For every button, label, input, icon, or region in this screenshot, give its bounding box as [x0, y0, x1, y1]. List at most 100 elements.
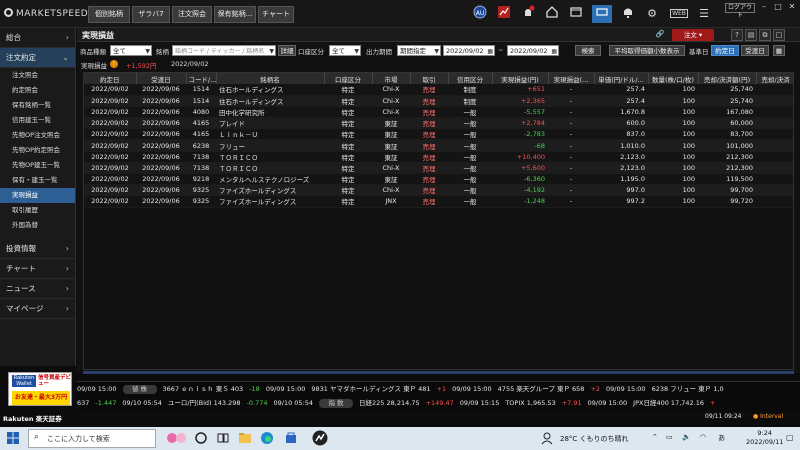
account-select[interactable]: 全て ▼: [329, 45, 361, 56]
rakuten-wallet-ad[interactable]: Rakuten Wallet 信号資産デビュー お友達・最大3万円: [8, 372, 72, 406]
table-row[interactable]: 2022/09/02 2022/09/06 9325 ファイズホールディングス 特定 JN…: [84, 195, 793, 208]
ticker-category-badge[interactable]: 指 数: [319, 399, 354, 408]
tab-holdings[interactable]: 保有銘柄...: [214, 6, 256, 23]
notification-icon[interactable]: [518, 5, 538, 23]
column-header[interactable]: 数量(株/口/枚): [648, 73, 699, 84]
info-badge-icon[interactable]: !: [110, 60, 118, 68]
tab-order-inquiry[interactable]: 注文照会: [172, 6, 212, 23]
web-icon[interactable]: WEB: [668, 5, 690, 23]
link-icon[interactable]: 🔗: [654, 29, 666, 41]
table-row[interactable]: 2022/09/02 2022/09/06 4165 プレイド 特定 東証 売埋 一般 +2,7…: [84, 117, 793, 130]
column-header[interactable]: 取引: [410, 73, 449, 84]
tray-chevron-icon[interactable]: ⌃: [652, 433, 658, 441]
nav-section-investment-info[interactable]: 投資情報 ›: [0, 239, 75, 259]
date-from-input[interactable]: 2022/09/02 ▦: [443, 45, 495, 56]
column-header[interactable]: 約定日: [84, 73, 137, 84]
column-header[interactable]: 単価(円/ドル/...: [594, 73, 649, 84]
popout-icon[interactable]: ⧉: [759, 29, 771, 41]
nav-section-mypage[interactable]: マイページ ›: [0, 299, 75, 319]
sidebar-item-trade-history[interactable]: 取引履歴: [0, 203, 75, 218]
panel-close-icon[interactable]: □: [773, 29, 785, 41]
tab-chart[interactable]: チャート: [258, 6, 294, 23]
edge-browser-icon[interactable]: [260, 431, 274, 445]
horizontal-scrollbar[interactable]: [83, 371, 794, 374]
sidebar-item-realized-pl[interactable]: 実現損益: [0, 188, 75, 203]
trade-date-button[interactable]: 約定日: [711, 45, 739, 56]
ticker-category-badge[interactable]: 値 株: [122, 385, 157, 394]
column-header[interactable]: 信用区分: [448, 73, 493, 84]
volume-icon[interactable]: 🔈: [682, 433, 691, 441]
sidebar-item-futures-execution[interactable]: 先物OP約定照会: [0, 143, 75, 158]
ime-icon[interactable]: あ: [718, 433, 725, 443]
bell-icon[interactable]: [618, 5, 638, 23]
logout-button[interactable]: ログアウト: [725, 3, 755, 19]
network-icon[interactable]: ▭: [666, 433, 673, 441]
column-header[interactable]: 実現損益(...: [548, 73, 595, 84]
table-row[interactable]: 2022/09/02 2022/09/06 7138 ＴＯＲＩＣＯ 特定 東証 売埋 一般 +1…: [84, 151, 793, 163]
marketspeed-app-icon[interactable]: [312, 430, 328, 446]
sidebar-item-futures-order[interactable]: 先物OP注文照会: [0, 128, 75, 143]
menu-icon[interactable]: ☰: [694, 5, 714, 23]
date-to-input[interactable]: 2022/09/02 ▦: [507, 45, 559, 56]
table-row[interactable]: 2022/09/02 2022/09/06 6238 フリュー 特定 東証 売埋 一般 -68-…: [84, 139, 793, 152]
help-icon[interactable]: ?: [731, 29, 743, 41]
period-select[interactable]: 期間指定 ▼: [397, 45, 441, 56]
maximize-icon[interactable]: □: [772, 2, 784, 12]
windows-start-icon[interactable]: [7, 432, 19, 444]
column-header[interactable]: 口座区分: [324, 73, 373, 84]
taskbar-clock[interactable]: 9:24 2022/09/11: [746, 429, 783, 447]
print-icon[interactable]: ▤: [745, 29, 757, 41]
column-header[interactable]: 銘柄名: [216, 73, 325, 84]
wifi-icon[interactable]: ◠: [700, 433, 706, 441]
nav-section-news[interactable]: ニュース ›: [0, 279, 75, 299]
cortana-icon[interactable]: [194, 431, 208, 445]
gear-icon[interactable]: ⚙: [642, 5, 662, 23]
people-icon[interactable]: [540, 431, 554, 445]
table-row[interactable]: 2022/09/02 2022/09/06 4165 Ｌｉｎｋ－Ｕ 特定 東証 売埋 一般 -2…: [84, 128, 793, 141]
flower-widget-icon[interactable]: [166, 431, 190, 445]
nav-section-chart[interactable]: チャート ›: [0, 259, 75, 279]
table-row[interactable]: 2022/09/02 2022/09/06 4080 田中化学研究所 特定 Chi-X 売埋…: [84, 106, 793, 119]
weather-widget[interactable]: 28°C くもりのち晴れ: [560, 434, 629, 444]
table-row[interactable]: 2022/09/02 2022/09/06 1514 住石ホールディングス 特定 Chi-…: [84, 84, 793, 96]
home-icon[interactable]: [542, 5, 562, 23]
column-header[interactable]: 受渡日: [136, 73, 187, 84]
search-button[interactable]: 検索: [575, 45, 601, 56]
minimize-icon[interactable]: –: [758, 2, 770, 12]
table-row[interactable]: 2022/09/02 2022/09/06 7138 ＴＯＲＩＣＯ 特定 Chi-X 売埋一…: [84, 162, 793, 175]
detail-button[interactable]: 詳細: [278, 45, 296, 56]
nav-section-orders[interactable]: 注文約定 ⌄: [0, 48, 75, 68]
close-icon[interactable]: ✕: [786, 2, 798, 12]
store-icon[interactable]: [284, 431, 298, 445]
symbol-input[interactable]: 銘柄コード / ティッカー / 銘柄名 ▼: [172, 45, 276, 56]
tab-stock[interactable]: 個別銘柄: [88, 6, 130, 23]
file-explorer-icon[interactable]: [238, 431, 252, 445]
table-row[interactable]: 2022/09/02 2022/09/06 9325 ファイズホールディングス 特定 Ch…: [84, 184, 793, 197]
sidebar-item-execution-inquiry[interactable]: 約定照会: [0, 83, 75, 98]
table-row[interactable]: 2022/09/02 2022/09/06 9218 メンタルヘルステクノロジーズ 特定…: [84, 173, 793, 186]
column-header[interactable]: 売却/決済額(円): [698, 73, 757, 84]
sidebar-item-forex[interactable]: 外国為替: [0, 218, 75, 233]
alert-chart-icon[interactable]: [494, 5, 514, 23]
product-select[interactable]: 全て ▼: [110, 45, 152, 56]
sidebar-item-margin-positions[interactable]: 信用建玉一覧: [0, 113, 75, 128]
order-panel-icon[interactable]: [592, 5, 612, 23]
nav-section-overview[interactable]: 総合 ›: [0, 28, 75, 48]
column-header[interactable]: 市場: [372, 73, 411, 84]
task-view-icon[interactable]: [216, 431, 230, 445]
sidebar-item-holdings-positions[interactable]: 保有・建玉一覧: [0, 173, 75, 188]
avg-price-decimal-button[interactable]: 平均取得価額小数表示: [609, 45, 685, 56]
sidebar-item-holdings[interactable]: 保有銘柄一覧: [0, 98, 75, 113]
table-row[interactable]: 2022/09/02 2022/09/06 1514 住石ホールディングス 特定 Chi-…: [84, 95, 793, 107]
window-icon[interactable]: [566, 5, 586, 23]
column-header[interactable]: 実現損益(円): [492, 73, 549, 84]
au-icon[interactable]: AU: [470, 5, 490, 23]
order-button[interactable]: 注文 ▾: [672, 29, 714, 41]
settle-date-button[interactable]: 受渡日: [741, 45, 769, 56]
sidebar-item-order-inquiry[interactable]: 注文照会: [0, 68, 75, 83]
column-header[interactable]: コード/...: [186, 73, 217, 84]
notification-center-icon[interactable]: ▢: [786, 433, 794, 442]
sidebar-item-futures-positions[interactable]: 先物OP建玉一覧: [0, 158, 75, 173]
taskbar-search-input[interactable]: ⌕ ここに入力して検索: [28, 429, 156, 448]
grid-settings-icon[interactable]: ▦: [773, 45, 785, 56]
